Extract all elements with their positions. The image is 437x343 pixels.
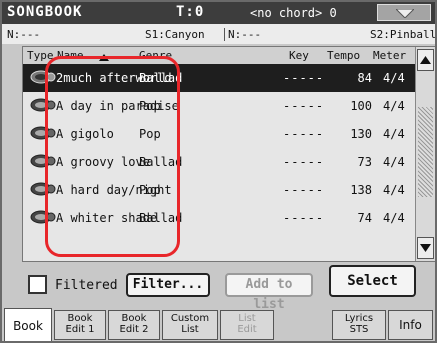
tab-book-edit-1[interactable]: Book Edit 1 bbox=[54, 310, 106, 340]
song-tempo: 138 bbox=[350, 183, 372, 197]
tab-lyrics-sts[interactable]: Lyrics STS bbox=[332, 310, 386, 340]
filtered-checkbox[interactable] bbox=[28, 275, 47, 294]
tab-label: Edit 1 bbox=[65, 324, 95, 335]
song-tempo: 84 bbox=[357, 71, 372, 85]
song-meter: 4/4 bbox=[383, 211, 405, 225]
tab-label: Info bbox=[399, 318, 422, 332]
column-key[interactable]: Key bbox=[289, 49, 309, 62]
add-to-list-button[interactable]: Add to list bbox=[225, 273, 313, 312]
tab-bar: Book Book Edit 1 Book Edit 2 Custom List… bbox=[2, 308, 435, 341]
tab-label: List bbox=[181, 324, 199, 335]
page-menu-button[interactable] bbox=[377, 4, 431, 21]
song-tempo: 74 bbox=[357, 211, 372, 225]
song-key: ----- bbox=[283, 127, 325, 141]
tab-label: Edit 2 bbox=[119, 324, 149, 335]
filter-button[interactable]: Filter... bbox=[126, 273, 210, 297]
song-tempo: 130 bbox=[350, 127, 372, 141]
tab-label: Custom bbox=[170, 313, 210, 324]
left-n-info: N:--- bbox=[7, 28, 41, 41]
style-info-row: N:--- S1:Canyon N:--- S2:Pinball bbox=[2, 24, 435, 44]
arrow-down-icon bbox=[420, 244, 431, 252]
song-meter: 4/4 bbox=[383, 71, 405, 85]
title-bar: SONGBOOK T:0 <no chord> 0 bbox=[2, 2, 435, 24]
song-key: ----- bbox=[283, 99, 325, 113]
tab-label: List bbox=[238, 313, 256, 324]
songbook-screen: SONGBOOK T:0 <no chord> 0 N:--- S1:Canyo… bbox=[0, 0, 437, 343]
tab-info[interactable]: Info bbox=[388, 310, 433, 340]
highlight-annotation bbox=[45, 56, 180, 257]
app-title: SONGBOOK bbox=[7, 4, 83, 20]
list-scrollbar[interactable] bbox=[415, 47, 435, 261]
song-meter: 4/4 bbox=[383, 127, 405, 141]
song-tempo: 100 bbox=[350, 99, 372, 113]
song-key: ----- bbox=[283, 155, 325, 169]
scroll-down-button[interactable] bbox=[417, 237, 434, 259]
song-key: ----- bbox=[283, 183, 325, 197]
song-key: ----- bbox=[283, 71, 325, 85]
style2-info: S2:Pinball bbox=[370, 28, 437, 41]
tab-book-edit-2[interactable]: Book Edit 2 bbox=[108, 310, 160, 340]
tab-label: Book bbox=[67, 313, 93, 324]
tab-label: Lyrics bbox=[344, 313, 374, 324]
tab-list-edit[interactable]: List Edit bbox=[220, 310, 274, 340]
scroll-up-button[interactable] bbox=[417, 49, 434, 71]
mid-n-info: N:--- bbox=[224, 28, 261, 41]
tab-book[interactable]: Book bbox=[4, 308, 52, 341]
song-meter: 4/4 bbox=[383, 99, 405, 113]
tab-label: STS bbox=[349, 324, 369, 335]
song-key: ----- bbox=[283, 211, 325, 225]
arrow-up-icon bbox=[420, 56, 431, 64]
tab-label: Edit bbox=[237, 324, 257, 335]
style1-info: S1:Canyon bbox=[145, 28, 205, 41]
filtered-label: Filtered bbox=[55, 278, 118, 293]
tab-custom-list[interactable]: Custom List bbox=[162, 310, 218, 340]
scroll-thumb[interactable] bbox=[418, 107, 433, 197]
select-button[interactable]: Select bbox=[329, 265, 416, 297]
column-meter[interactable]: Meter bbox=[373, 49, 406, 62]
tab-label: Book bbox=[121, 313, 147, 324]
menu-arrow-icon bbox=[396, 9, 414, 18]
tab-label: Book bbox=[13, 319, 43, 333]
song-tempo: 73 bbox=[357, 155, 372, 169]
song-meter: 4/4 bbox=[383, 183, 405, 197]
chord-indicator: <no chord> 0 bbox=[250, 6, 337, 20]
column-tempo[interactable]: Tempo bbox=[327, 49, 360, 62]
song-meter: 4/4 bbox=[383, 155, 405, 169]
tempo-indicator: T:0 bbox=[176, 4, 205, 20]
